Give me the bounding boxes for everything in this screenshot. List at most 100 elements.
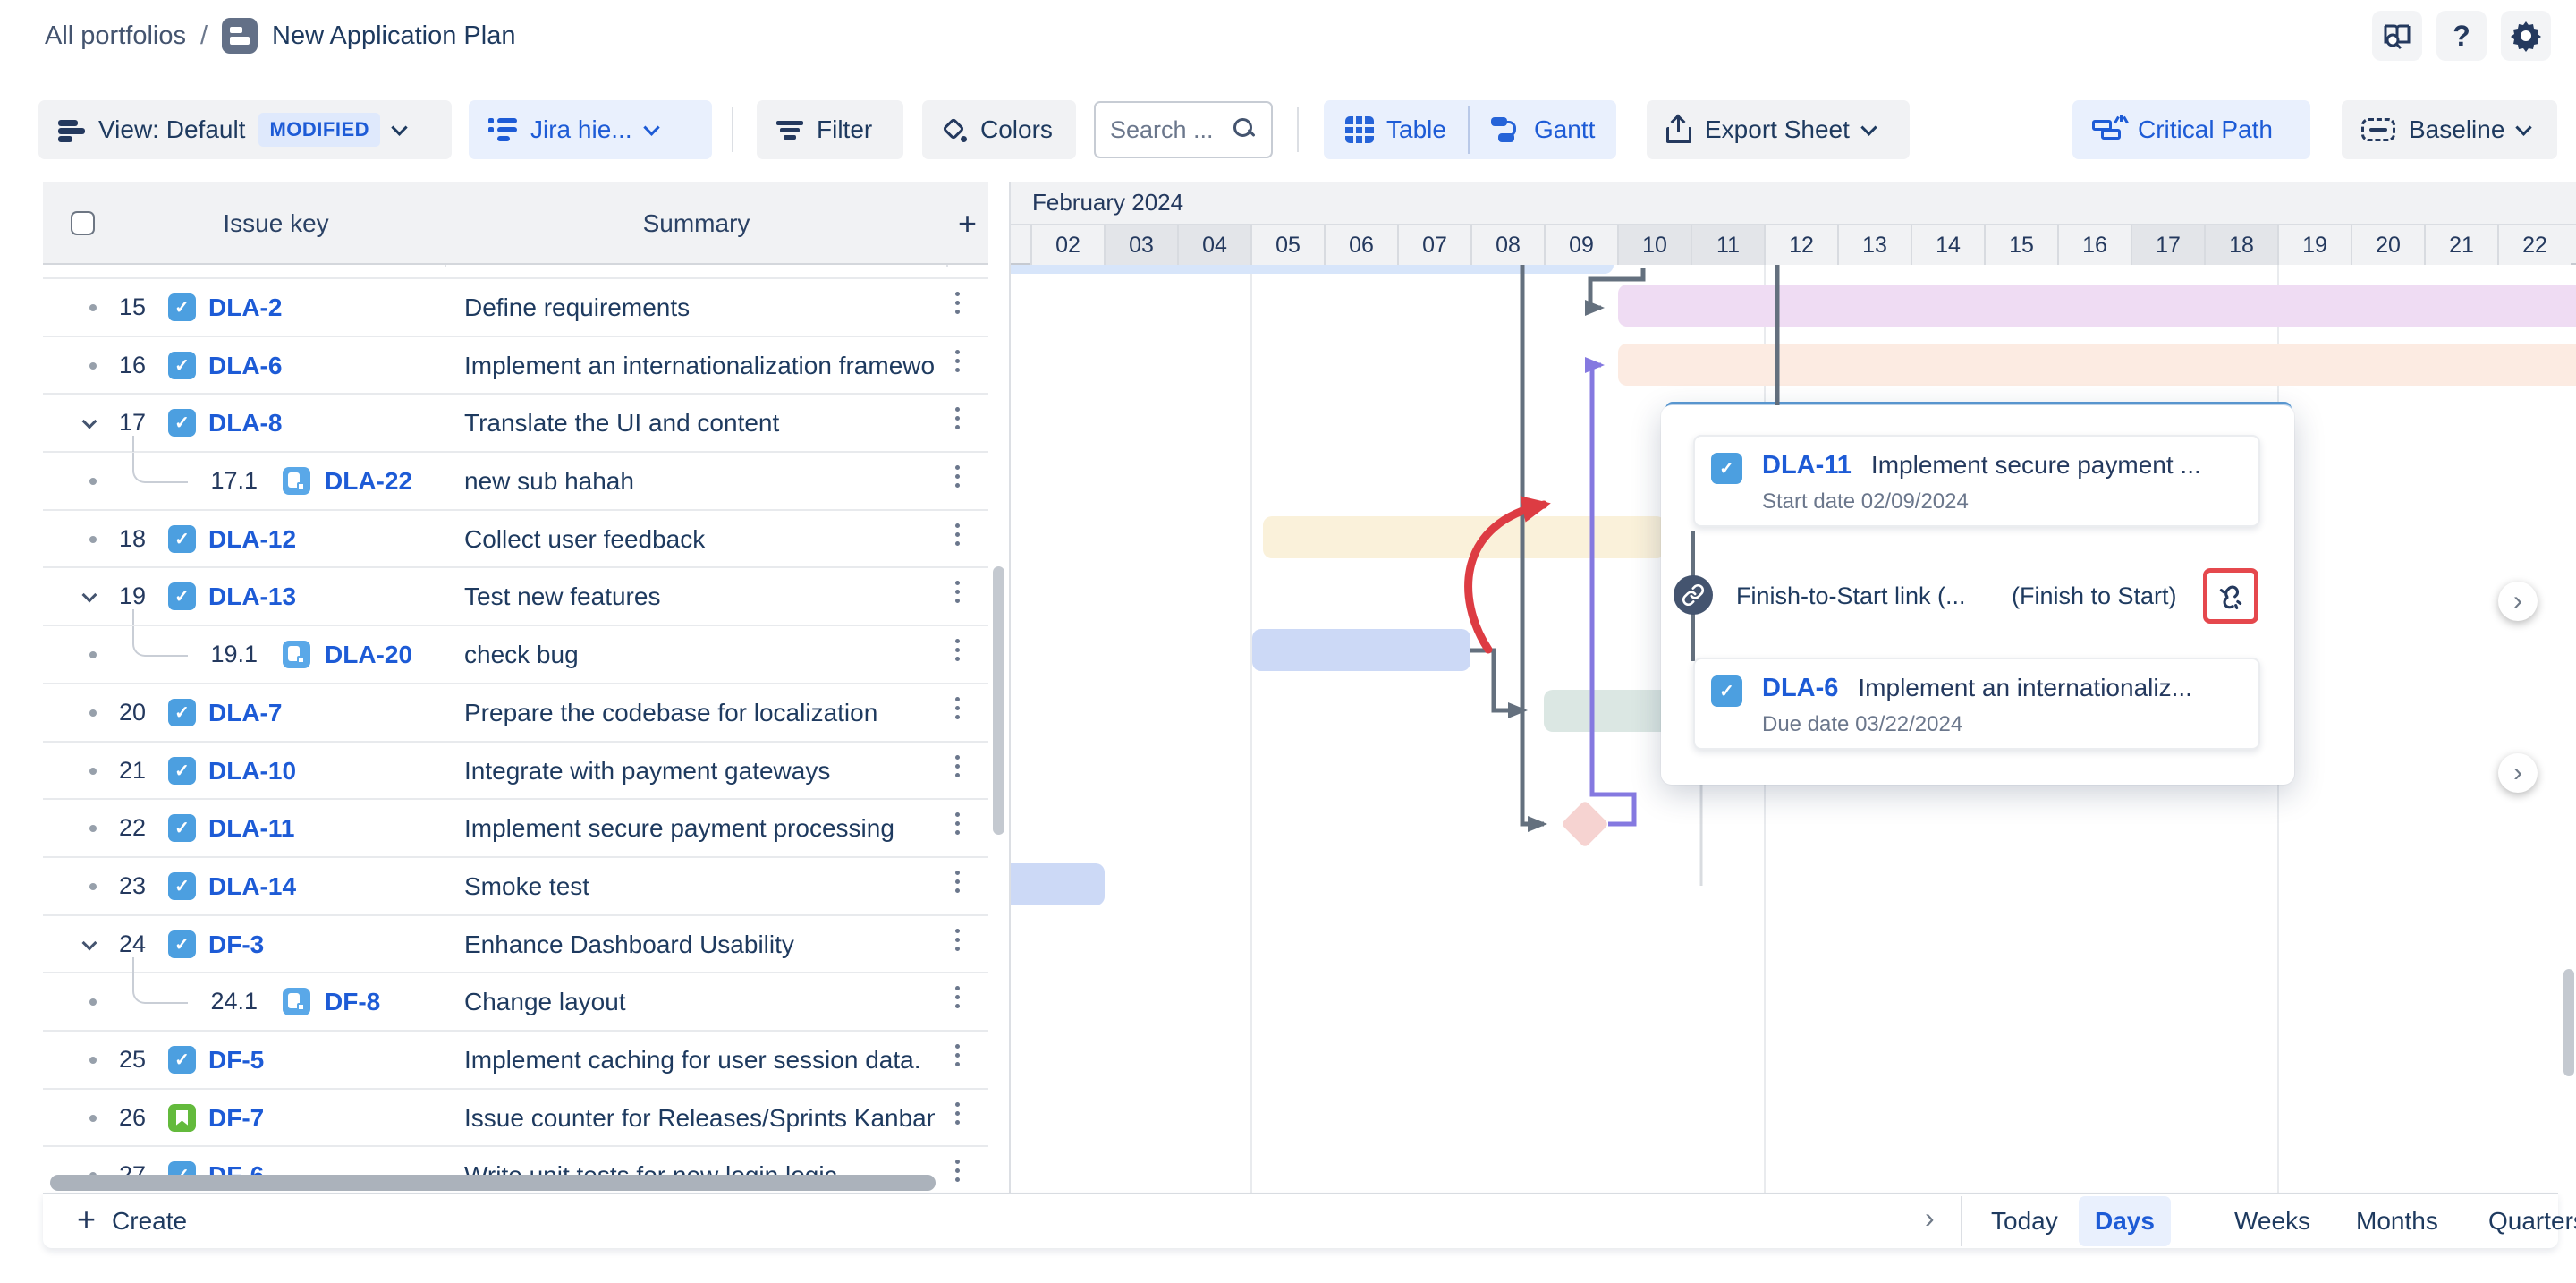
popup-source-key[interactable]: DLA-11 [1762,451,1852,480]
issue-summary[interactable]: Collect user feedback [464,511,935,567]
next-link-button[interactable]: › [2498,753,2538,793]
issue-key-link[interactable]: DF-8 [325,973,380,1030]
popup-source-issue-card[interactable]: ✓ DLA-11Implement secure payment ... Sta… [1693,435,2260,527]
issue-summary[interactable]: Implement an internationalization framew… [464,337,935,394]
issue-key-link[interactable]: DLA-13 [208,568,296,625]
issue-key-link[interactable]: DLA-14 [208,858,296,914]
search-input[interactable]: Search ... [1094,101,1273,158]
issue-key-link[interactable]: DLA-11 [208,800,294,856]
chevron-down-icon[interactable] [82,414,97,429]
row-menu-button[interactable] [955,350,960,372]
today-button[interactable]: Today [1975,1194,2074,1248]
table-row-dla-6[interactable]: 16✓DLA-6Implement an internationalizatio… [43,337,988,395]
issue-summary[interactable]: Implement caching for user session data. [464,1032,935,1088]
row-menu-button[interactable] [955,986,960,1008]
issue-key-link[interactable]: DF-5 [208,1032,264,1088]
zoom-level-weeks[interactable]: Weeks [2218,1194,2326,1248]
issue-key-link[interactable]: DLA-6 [208,337,282,394]
table-view-button[interactable]: Table [1324,100,1468,159]
issue-summary[interactable]: check bug [464,626,935,683]
table-row-df-7[interactable]: 26DF-7Issue counter for Releases/Sprints… [43,1090,988,1148]
table-row-dla-7[interactable]: 20✓DLA-7Prepare the codebase for localiz… [43,684,988,743]
gantt-view-button[interactable]: Gantt [1470,100,1616,159]
issue-summary[interactable]: Smoke test [464,858,935,914]
row-menu-button[interactable] [955,639,960,661]
row-menu-button[interactable] [955,407,960,429]
table-row-dla-8[interactable]: 17✓DLA-8Translate the UI and content [43,395,988,453]
issue-summary[interactable]: new sub hahah [464,453,935,509]
issue-key-link[interactable]: DF-3 [208,916,264,973]
chevron-down-icon[interactable] [82,588,97,603]
table-row-dla-20[interactable]: 19.1DLA-20check bug [43,626,988,684]
hierarchy-selector-button[interactable]: Jira hie... [469,100,712,159]
issue-key-link[interactable]: DLA-8 [208,395,282,451]
documentation-button[interactable] [2372,11,2422,61]
table-row-df-5[interactable]: 25✓DF-5Implement caching for user sessio… [43,1032,988,1090]
issue-summary[interactable]: Change layout [464,973,935,1030]
column-header-issue-key[interactable]: Issue key [107,182,445,265]
table-row-dla-2[interactable]: 15✓DLA-2Define requirements [43,279,988,337]
table-row-dla-10[interactable]: 21✓DLA-10Integrate with payment gateways [43,743,988,801]
table-row-dla-11[interactable]: 22✓DLA-11Implement secure payment proces… [43,800,988,858]
next-link-button[interactable]: › [2498,582,2538,621]
issue-summary[interactable]: Implement secure payment processing [464,800,935,856]
row-menu-button[interactable] [955,697,960,719]
critical-path-button[interactable]: Critical Path [2072,100,2310,159]
issue-summary[interactable]: Translate the UI and content [464,395,935,451]
chevron-down-icon[interactable] [82,935,97,950]
issue-summary[interactable]: Define requirements [464,279,935,336]
expand-right-button[interactable]: › [1925,1202,1935,1235]
row-menu-button[interactable] [955,581,960,603]
row-menu-button[interactable] [955,523,960,546]
export-sheet-button[interactable]: Export Sheet [1647,100,1910,159]
issue-summary[interactable]: Enhance Dashboard Usability [464,916,935,973]
gantt-vertical-scrollbar[interactable] [2563,969,2574,1076]
table-row-dla-22[interactable]: 17.1DLA-22new sub hahah [43,453,988,511]
breadcrumb-all-portfolios[interactable]: All portfolios [45,21,186,51]
issue-key-link[interactable]: DLA-10 [208,743,296,799]
row-menu-button[interactable] [955,812,960,835]
table-vertical-scrollbar[interactable] [993,566,1004,835]
zoom-level-quarters[interactable]: Quarters [2472,1194,2576,1248]
row-menu-button[interactable] [955,929,960,951]
unlink-button-highlighted[interactable] [2203,568,2258,624]
colors-button[interactable]: Colors [922,100,1076,159]
select-all-checkbox[interactable] [71,211,95,235]
create-button[interactable]: + Create [77,1194,187,1248]
issue-key-link[interactable]: DLA-12 [208,511,296,567]
row-menu-button[interactable] [955,755,960,777]
zoom-level-months[interactable]: Months [2340,1194,2454,1248]
column-header-summary[interactable]: Summary [446,182,946,265]
table-row-dla-14[interactable]: 23✓DLA-14Smoke test [43,858,988,916]
zoom-level-days[interactable]: Days [2079,1196,2171,1246]
row-menu-button[interactable] [955,1160,960,1182]
settings-button[interactable] [2501,11,2551,61]
filter-button[interactable]: Filter [757,100,903,159]
issue-key-link[interactable]: DF-7 [208,1090,264,1146]
issue-summary[interactable]: Prepare the codebase for localization [464,684,935,741]
issue-summary[interactable]: Integrate with payment gateways [464,743,935,799]
baseline-button[interactable]: Baseline [2342,100,2557,159]
row-menu-button[interactable] [955,465,960,488]
table-row-dla-12[interactable]: 18✓DLA-12Collect user feedback [43,511,988,569]
row-menu-button[interactable] [955,1044,960,1066]
view-selector-button[interactable]: View: Default MODIFIED [38,100,452,159]
popup-target-key[interactable]: DLA-6 [1762,674,1838,702]
table-row-df-3[interactable]: 24✓DF-3Enhance Dashboard Usability [43,916,988,974]
issue-key-link[interactable]: DLA-2 [208,279,282,336]
issue-key-link[interactable]: DLA-7 [208,684,282,741]
table-row-dla-13[interactable]: 19✓DLA-13Test new features [43,568,988,626]
row-menu-button[interactable] [955,871,960,893]
issue-key-link[interactable]: DLA-22 [325,453,412,509]
issue-summary[interactable]: Test new features [464,568,935,625]
row-menu-button[interactable] [955,292,960,314]
highlighted-link-dla11-dla6[interactable] [1592,365,1634,824]
issue-summary[interactable]: Issue counter for Releases/Sprints Kanba… [464,1090,935,1146]
add-column-button[interactable]: + [946,182,988,265]
row-menu-button[interactable] [955,1102,960,1125]
issue-key-link[interactable]: DLA-20 [325,626,412,683]
table-horizontal-scrollbar[interactable] [50,1175,936,1191]
popup-target-issue-card[interactable]: ✓ DLA-6Implement an internationaliz... D… [1693,658,2260,750]
help-button[interactable]: ? [2436,11,2487,61]
table-row-df-8[interactable]: 24.1DF-8Change layout [43,973,988,1032]
